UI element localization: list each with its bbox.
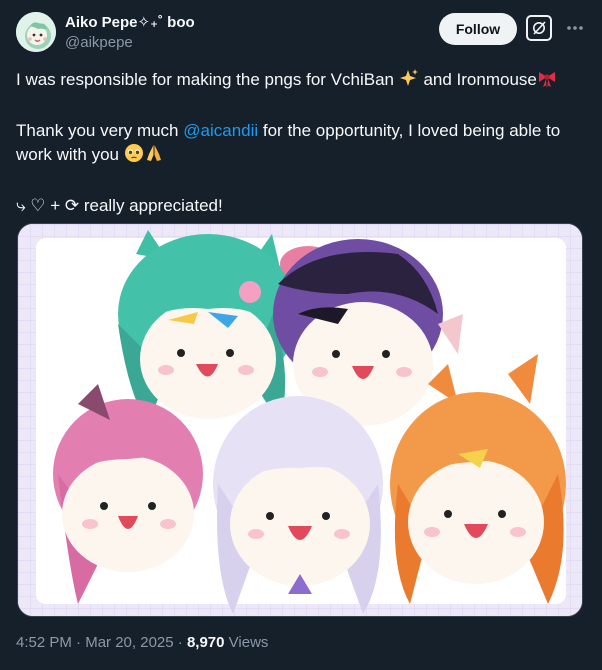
follow-button[interactable]: Follow [439,13,517,45]
author-handle[interactable]: @aikpepe [65,34,195,52]
tweet-date[interactable]: Mar 20, 2025 [85,634,173,651]
meta-separator: · [71,634,86,651]
tweet-line-4: ⤷ ♡ + ⟳ really appreciated! [16,196,223,215]
chibi-artwork [18,224,582,616]
folded-hands-emoji [144,143,164,170]
tweet-time[interactable]: 4:52 PM [16,634,72,651]
grok-icon [533,21,546,35]
ribbon-emoji [537,68,557,95]
grok-button[interactable] [526,15,552,41]
tweet-text-segment: for the opportunity, I loved being able … [258,121,561,140]
avatar-image [16,12,56,52]
tweet-text: I was responsible for making the pngs fo… [16,68,588,218]
tweet-text-segment: I was responsible for making the pngs fo… [16,70,394,89]
sparkles-emoji [399,68,419,95]
mention-link[interactable]: @aicandii [183,121,258,140]
tweet-line-3: work with you [16,143,588,170]
tweet-meta: 4:52 PM · Mar 20, 2025 · 8,970 Views [16,633,268,653]
views-label: Views [224,634,269,651]
more-icon [567,26,583,30]
author-info: Aiko Pepe✧₊˚ boo @aikpepe [65,14,195,52]
tweet-text-segment: and Ironmouse [418,70,537,89]
author-display-name[interactable]: Aiko Pepe✧₊˚ boo [65,14,195,32]
tweet-text-segment: Thank you very much [16,121,184,140]
media-image[interactable] [17,223,583,617]
tweet-line-2: Thank you very much @aicandii for the op… [16,119,588,143]
meta-separator: · [173,634,187,651]
tweet-header: Aiko Pepe✧₊˚ boo @aikpepe Follow [16,12,588,56]
more-options-button[interactable] [564,18,586,38]
pleading-face-emoji [124,143,144,170]
tweet-line-1: I was responsible for making the pngs fo… [16,68,588,95]
avatar[interactable] [16,12,56,52]
views-count: 8,970 [186,634,225,651]
tweet-text-segment: work with you [16,145,119,164]
